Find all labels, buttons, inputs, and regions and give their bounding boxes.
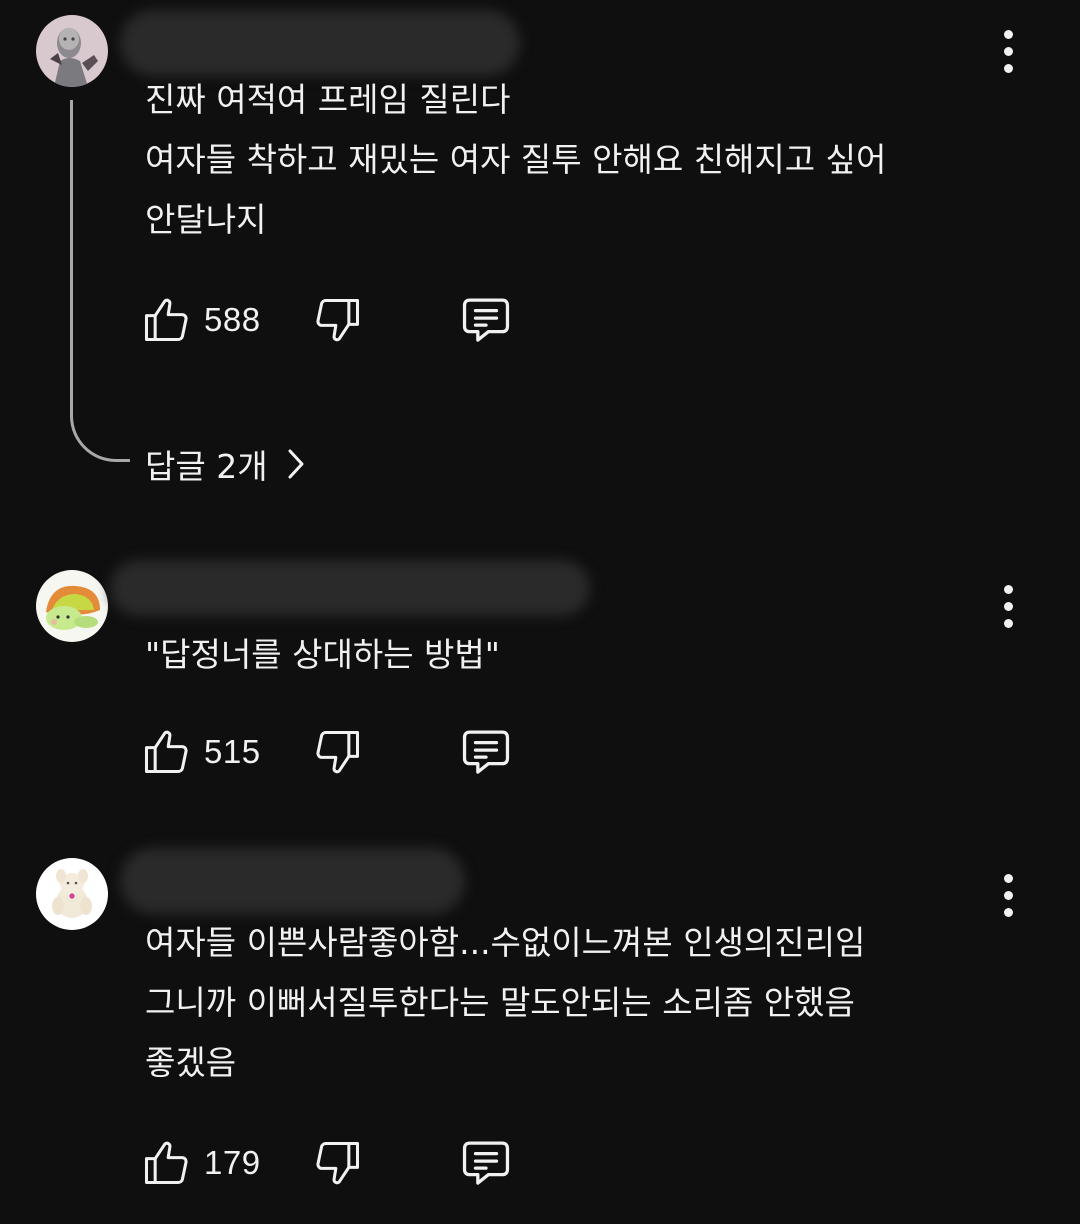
comment-text-line: 여자들 이쁜사람좋아함...수없이느껴본 인생의진리임 — [145, 923, 866, 962]
more-options-button[interactable] — [990, 26, 1026, 76]
plush-avatar-icon — [36, 858, 108, 930]
thumbs-up-icon — [144, 298, 188, 342]
thumbs-up-icon — [144, 730, 188, 774]
like-count: 179 — [204, 1144, 261, 1181]
dot-icon — [1003, 584, 1013, 594]
comment-bubble-icon — [462, 1141, 510, 1185]
like-button[interactable]: 588 — [140, 292, 261, 348]
dot-icon — [1003, 618, 1013, 628]
like-count: 515 — [204, 733, 261, 770]
dot-icon — [1003, 29, 1013, 39]
like-button[interactable]: 515 — [140, 724, 261, 780]
dot-icon — [1003, 601, 1013, 611]
view-replies-button[interactable]: 답글 2개 — [145, 438, 306, 490]
dislike-button[interactable] — [312, 292, 364, 348]
like-button[interactable]: 179 — [140, 1135, 261, 1191]
dot-icon — [1003, 890, 1013, 900]
reply-button[interactable] — [458, 724, 514, 780]
dislike-button[interactable] — [312, 724, 364, 780]
comment-text-line: 안달나지 — [145, 200, 267, 239]
dot-icon — [1003, 63, 1013, 73]
comment-text-line: 진짜 여적여 프레임 질린다 — [145, 80, 511, 119]
redacted-username — [120, 848, 465, 914]
thumbs-up-icon — [144, 1141, 188, 1185]
thumbs-down-icon — [316, 1141, 360, 1185]
comment-actions: 588 — [140, 292, 560, 348]
chevron-right-icon — [288, 449, 304, 479]
dot-icon — [1003, 873, 1013, 883]
more-options-button[interactable] — [990, 870, 1026, 920]
comment-text-line: 여자들 착하고 재밌는 여자 질투 안해요 친해지고 싶어 — [145, 140, 887, 179]
avatar[interactable] — [36, 15, 108, 87]
dislike-button[interactable] — [312, 1135, 364, 1191]
comment-text-line: 좋겠음 — [145, 1043, 237, 1082]
comment-text-line: 그니까 이뻐서질투한다는 말도안되는 소리좀 안했음 — [145, 983, 855, 1022]
redacted-username — [120, 10, 520, 76]
comment-text-line: "답정너를 상대하는 방법" — [145, 635, 500, 674]
comment-bubble-icon — [462, 298, 510, 342]
comment-actions: 179 — [140, 1135, 560, 1191]
avatar[interactable] — [36, 858, 108, 930]
redacted-username — [110, 560, 590, 616]
thumbs-down-icon — [316, 298, 360, 342]
like-count: 588 — [204, 301, 261, 338]
comment-bubble-icon — [462, 730, 510, 774]
avatar[interactable] — [36, 570, 108, 642]
dot-icon — [1003, 46, 1013, 56]
dot-icon — [1003, 907, 1013, 917]
statue-avatar-icon — [36, 15, 108, 87]
turtle-avatar-icon — [36, 570, 108, 642]
comment-actions: 515 — [140, 724, 560, 780]
reply-thread-line — [70, 100, 130, 462]
thumbs-down-icon — [316, 730, 360, 774]
reply-button[interactable] — [458, 292, 514, 348]
reply-button[interactable] — [458, 1135, 514, 1191]
replies-label: 답글 2개 — [145, 447, 268, 486]
more-options-button[interactable] — [990, 581, 1026, 631]
